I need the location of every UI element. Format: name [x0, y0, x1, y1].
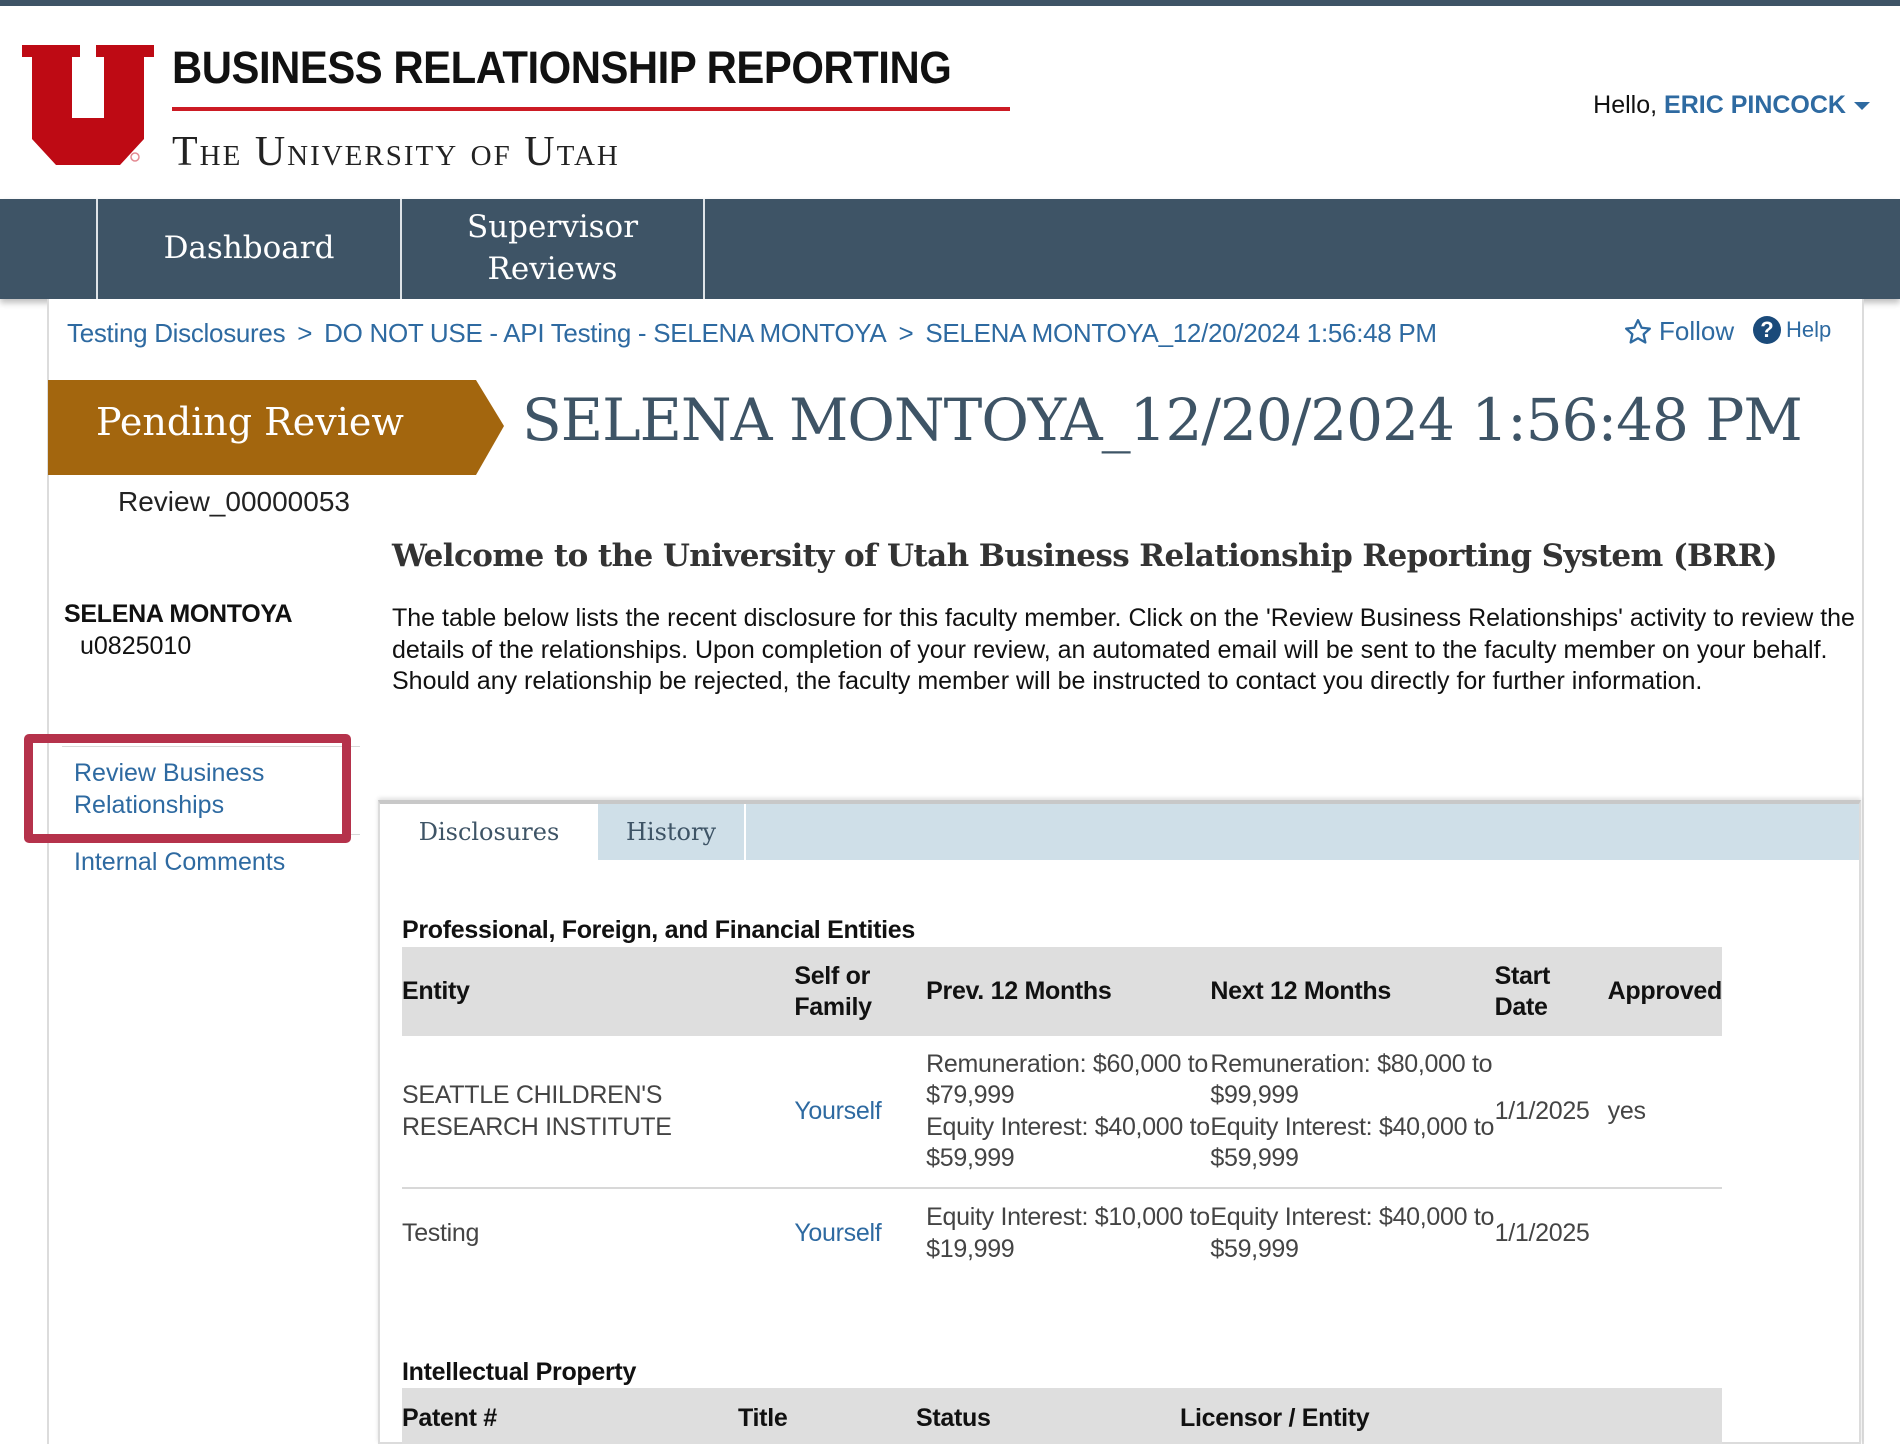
next-12-line: Equity Interest: $40,000 to $59,999 [1210, 1203, 1495, 1263]
follow-button[interactable]: Follow [1623, 316, 1734, 347]
user-menu-button[interactable]: ERIC PINCOCK [1664, 91, 1870, 119]
sidebar-link-label: Review Business [74, 759, 265, 787]
cell-approved: yes [1607, 1036, 1722, 1189]
column-header-status: Status [916, 1388, 1180, 1444]
header-text: Family [794, 992, 872, 1021]
brand-subtitle: The University of Utah [172, 129, 620, 175]
prev-12-line: Equity Interest: $40,000 to $59,999 [926, 1112, 1210, 1173]
cell-prev-12-months: Remuneration: $60,000 to $79,999 Equity … [926, 1036, 1211, 1189]
brand-title: BUSINESS RELATIONSHIP REPORTING [172, 42, 952, 93]
tab-bar: Disclosures History [380, 804, 1859, 860]
nav-supervisor-reviews-label: Supervisor Reviews [467, 207, 638, 291]
sidebar-link-review-business-relationships[interactable]: Review Business Relationships [74, 757, 264, 821]
column-header-patent-number: Patent # [402, 1388, 738, 1444]
table-row: SEATTLE CHILDREN'S RESEARCH INSTITUTE Yo… [402, 1036, 1722, 1189]
cell-next-12-months: Equity Interest: $40,000 to $59,999 [1210, 1188, 1494, 1278]
person-uid: u0825010 [80, 632, 192, 660]
cell-prev-12-months: Equity Interest: $10,000 to $19,999 [926, 1188, 1210, 1278]
nav-label-line: Supervisor [466, 209, 639, 246]
header-text: Self or [794, 961, 871, 990]
nav-dashboard[interactable]: Dashboard [96, 199, 400, 299]
cell-entity: SEATTLE CHILDREN'S RESEARCH INSTITUTE [402, 1036, 795, 1189]
breadcrumb-item[interactable]: SELENA MONTOYA_12/20/2024 1:56:48 PM [925, 318, 1437, 348]
tab-disclosures[interactable]: Disclosures [380, 804, 598, 860]
help-button[interactable]: ? Help [1753, 316, 1831, 344]
ip-section-title: Intellectual Property [402, 1358, 637, 1386]
breadcrumb-separator: > [898, 318, 914, 348]
breadcrumb: Testing Disclosures > DO NOT USE - API Tes… [67, 318, 1437, 349]
user-name: ERIC PINCOCK [1664, 91, 1846, 119]
tab-history[interactable]: History [598, 804, 746, 860]
main-nav: Dashboard Supervisor Reviews [0, 199, 1900, 299]
table-header-row: Patent # Title Status Licensor / Entity [402, 1388, 1722, 1444]
column-header-licensor-entity: Licensor / Entity [1180, 1388, 1722, 1444]
user-greeting: Hello, ERIC PINCOCK [1593, 91, 1870, 120]
cell-start-date: 1/1/2025 [1494, 1036, 1608, 1189]
nav-dashboard-label: Dashboard [163, 230, 335, 267]
follow-label: Follow [1659, 316, 1735, 346]
sidebar-divider [62, 746, 360, 747]
breadcrumb-item[interactable]: DO NOT USE - API Testing - SELENA MONTOY… [324, 318, 887, 348]
nav-label-line: Reviews [487, 251, 618, 287]
welcome-body: The table below lists the recent disclos… [392, 604, 1855, 695]
cell-start-date: 1/1/2025 [1494, 1218, 1590, 1247]
greeting-label: Hello, [1593, 91, 1658, 119]
cell-next-12-months: Remuneration: $80,000 to $99,999 Equity … [1210, 1036, 1495, 1189]
next-12-line: Remuneration: $80,000 to $99,999 [1210, 1049, 1493, 1110]
table-header-row: Entity Self or Family Prev. 12 Months Nex… [402, 947, 1722, 1036]
nav-supervisor-reviews[interactable]: Supervisor Reviews [400, 199, 705, 299]
sidebar-link-internal-comments[interactable]: Internal Comments [74, 846, 285, 878]
sidebar-link-label: Relationships [74, 791, 225, 819]
cell-self-or-family-link[interactable]: Yourself [794, 1036, 927, 1189]
column-header-title: Title [738, 1388, 916, 1444]
entity-name: SEATTLE CHILDREN'S RESEARCH INSTITUTE [402, 1081, 672, 1141]
header-text: Start [1494, 961, 1551, 990]
column-header-self-or-family: Self or Family [794, 947, 927, 1036]
cell-entity: Testing [402, 1218, 480, 1247]
entities-section-title: Professional, Foreign, and Financial Ent… [402, 916, 915, 944]
cell-self-or-family-link[interactable]: Yourself [794, 1188, 926, 1278]
question-circle-icon: ? [1753, 316, 1781, 344]
star-outline-icon [1625, 318, 1651, 344]
prev-12-line: Remuneration: $60,000 to $79,999 [926, 1049, 1209, 1110]
prev-12-line: Equity Interest: $10,000 to $19,999 [926, 1203, 1210, 1263]
status-label: Pending Review [96, 400, 404, 444]
person-name: SELENA MONTOYA [64, 600, 293, 628]
column-header-start-date: Start Date [1494, 947, 1608, 1036]
caret-down-icon [1854, 102, 1870, 111]
breadcrumb-separator: > [297, 318, 313, 348]
next-12-line: Equity Interest: $40,000 to $59,999 [1210, 1112, 1495, 1173]
page-title: SELENA MONTOYA_12/20/2024 1:56:48 PM [522, 386, 1803, 454]
welcome-title: Welcome to the University of Utah Busine… [392, 538, 1778, 574]
table-row: Testing Yourself Equity Interest: $10,00… [402, 1188, 1722, 1278]
status-badge: Pending Review [48, 380, 504, 475]
header-text: Date [1494, 992, 1548, 1021]
sidebar-divider [62, 834, 360, 835]
entities-table: Entity Self or Family Prev. 12 Months Nex… [402, 947, 1722, 1278]
brand-divider [172, 107, 1010, 111]
help-label: Help [1786, 317, 1832, 342]
review-id: Review_00000053 [118, 486, 350, 517]
breadcrumb-item[interactable]: Testing Disclosures [67, 318, 286, 348]
column-header-next-12-months: Next 12 Months [1210, 947, 1495, 1036]
column-header-entity: Entity [402, 947, 795, 1036]
column-header-prev-12-months: Prev. 12 Months [926, 947, 1211, 1036]
column-header-approved: Approved [1607, 947, 1722, 1036]
ip-table: Patent # Title Status Licensor / Entity [402, 1388, 1722, 1444]
university-u-logo-icon [22, 45, 154, 165]
site-header: BUSINESS RELATIONSHIP REPORTING The Univ… [0, 6, 1900, 199]
cell-approved [1608, 1188, 1722, 1278]
